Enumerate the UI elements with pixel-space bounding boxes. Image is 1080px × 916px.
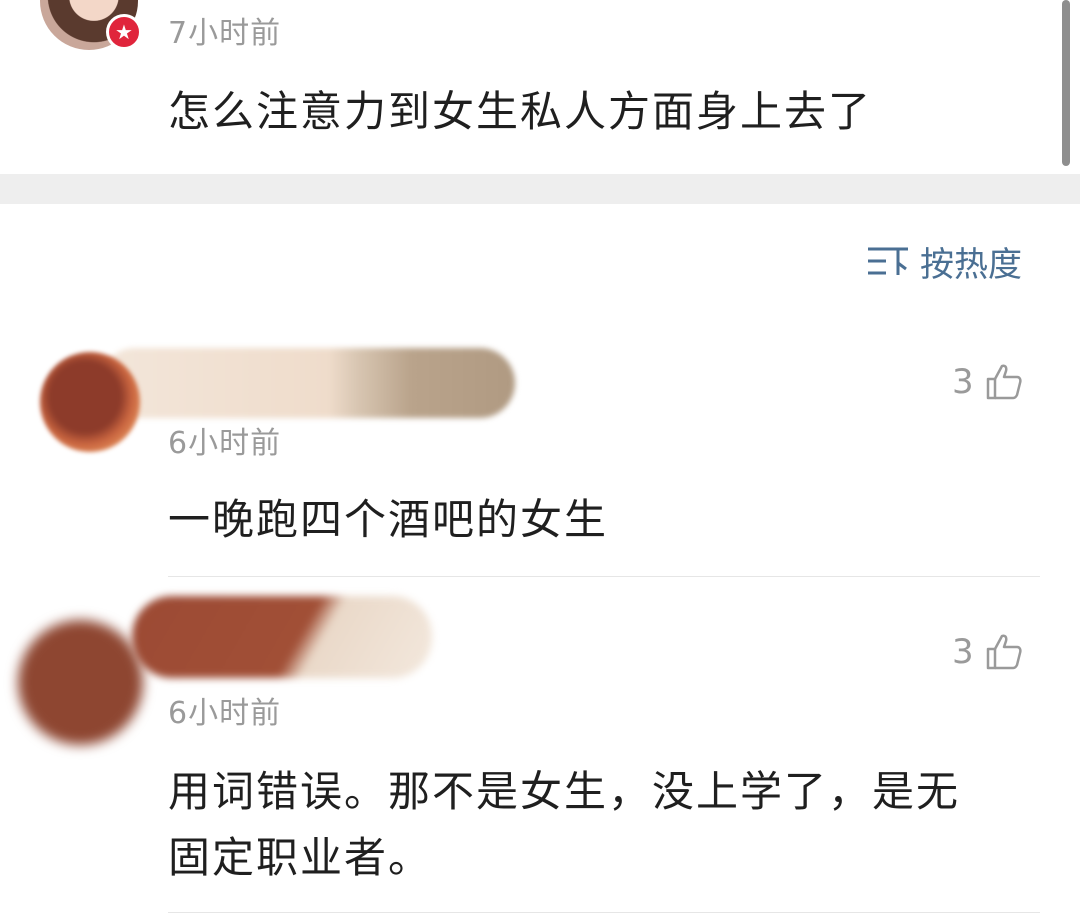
like-count: 3 — [952, 362, 974, 402]
like-button[interactable]: 3 — [952, 632, 1024, 672]
comment-time: 6小时前 — [168, 426, 282, 461]
comment-text[interactable]: 一晚跑四个酒吧的女生 — [168, 488, 608, 552]
divider — [168, 576, 1040, 577]
thumbs-up-icon — [986, 634, 1022, 670]
avatar[interactable] — [18, 620, 143, 745]
sort-icon — [868, 247, 908, 275]
divider — [168, 912, 1040, 913]
username-blurred[interactable] — [132, 596, 432, 678]
sort-label: 按热度 — [920, 244, 1022, 285]
vip-star-icon: ★ — [106, 14, 142, 50]
avatar[interactable] — [40, 352, 140, 452]
scrollbar[interactable] — [1062, 0, 1070, 166]
thumbs-up-icon — [986, 364, 1022, 400]
like-count: 3 — [952, 632, 974, 672]
comment-text[interactable]: 怎么注意力到女生私人方面身上去了 — [168, 80, 872, 144]
username-blurred[interactable] — [100, 348, 515, 418]
comment-time: 6小时前 — [168, 696, 282, 731]
comment-text-line2[interactable]: 固定职业者。 — [168, 826, 432, 890]
comment-time: 7小时前 — [168, 16, 282, 51]
section-divider — [0, 174, 1080, 204]
sort-toggle[interactable]: 按热度 — [866, 236, 1022, 286]
comment-text-line1[interactable]: 用词错误。那不是女生，没上学了，是无 — [168, 760, 960, 824]
like-button[interactable]: 3 — [952, 362, 1024, 402]
